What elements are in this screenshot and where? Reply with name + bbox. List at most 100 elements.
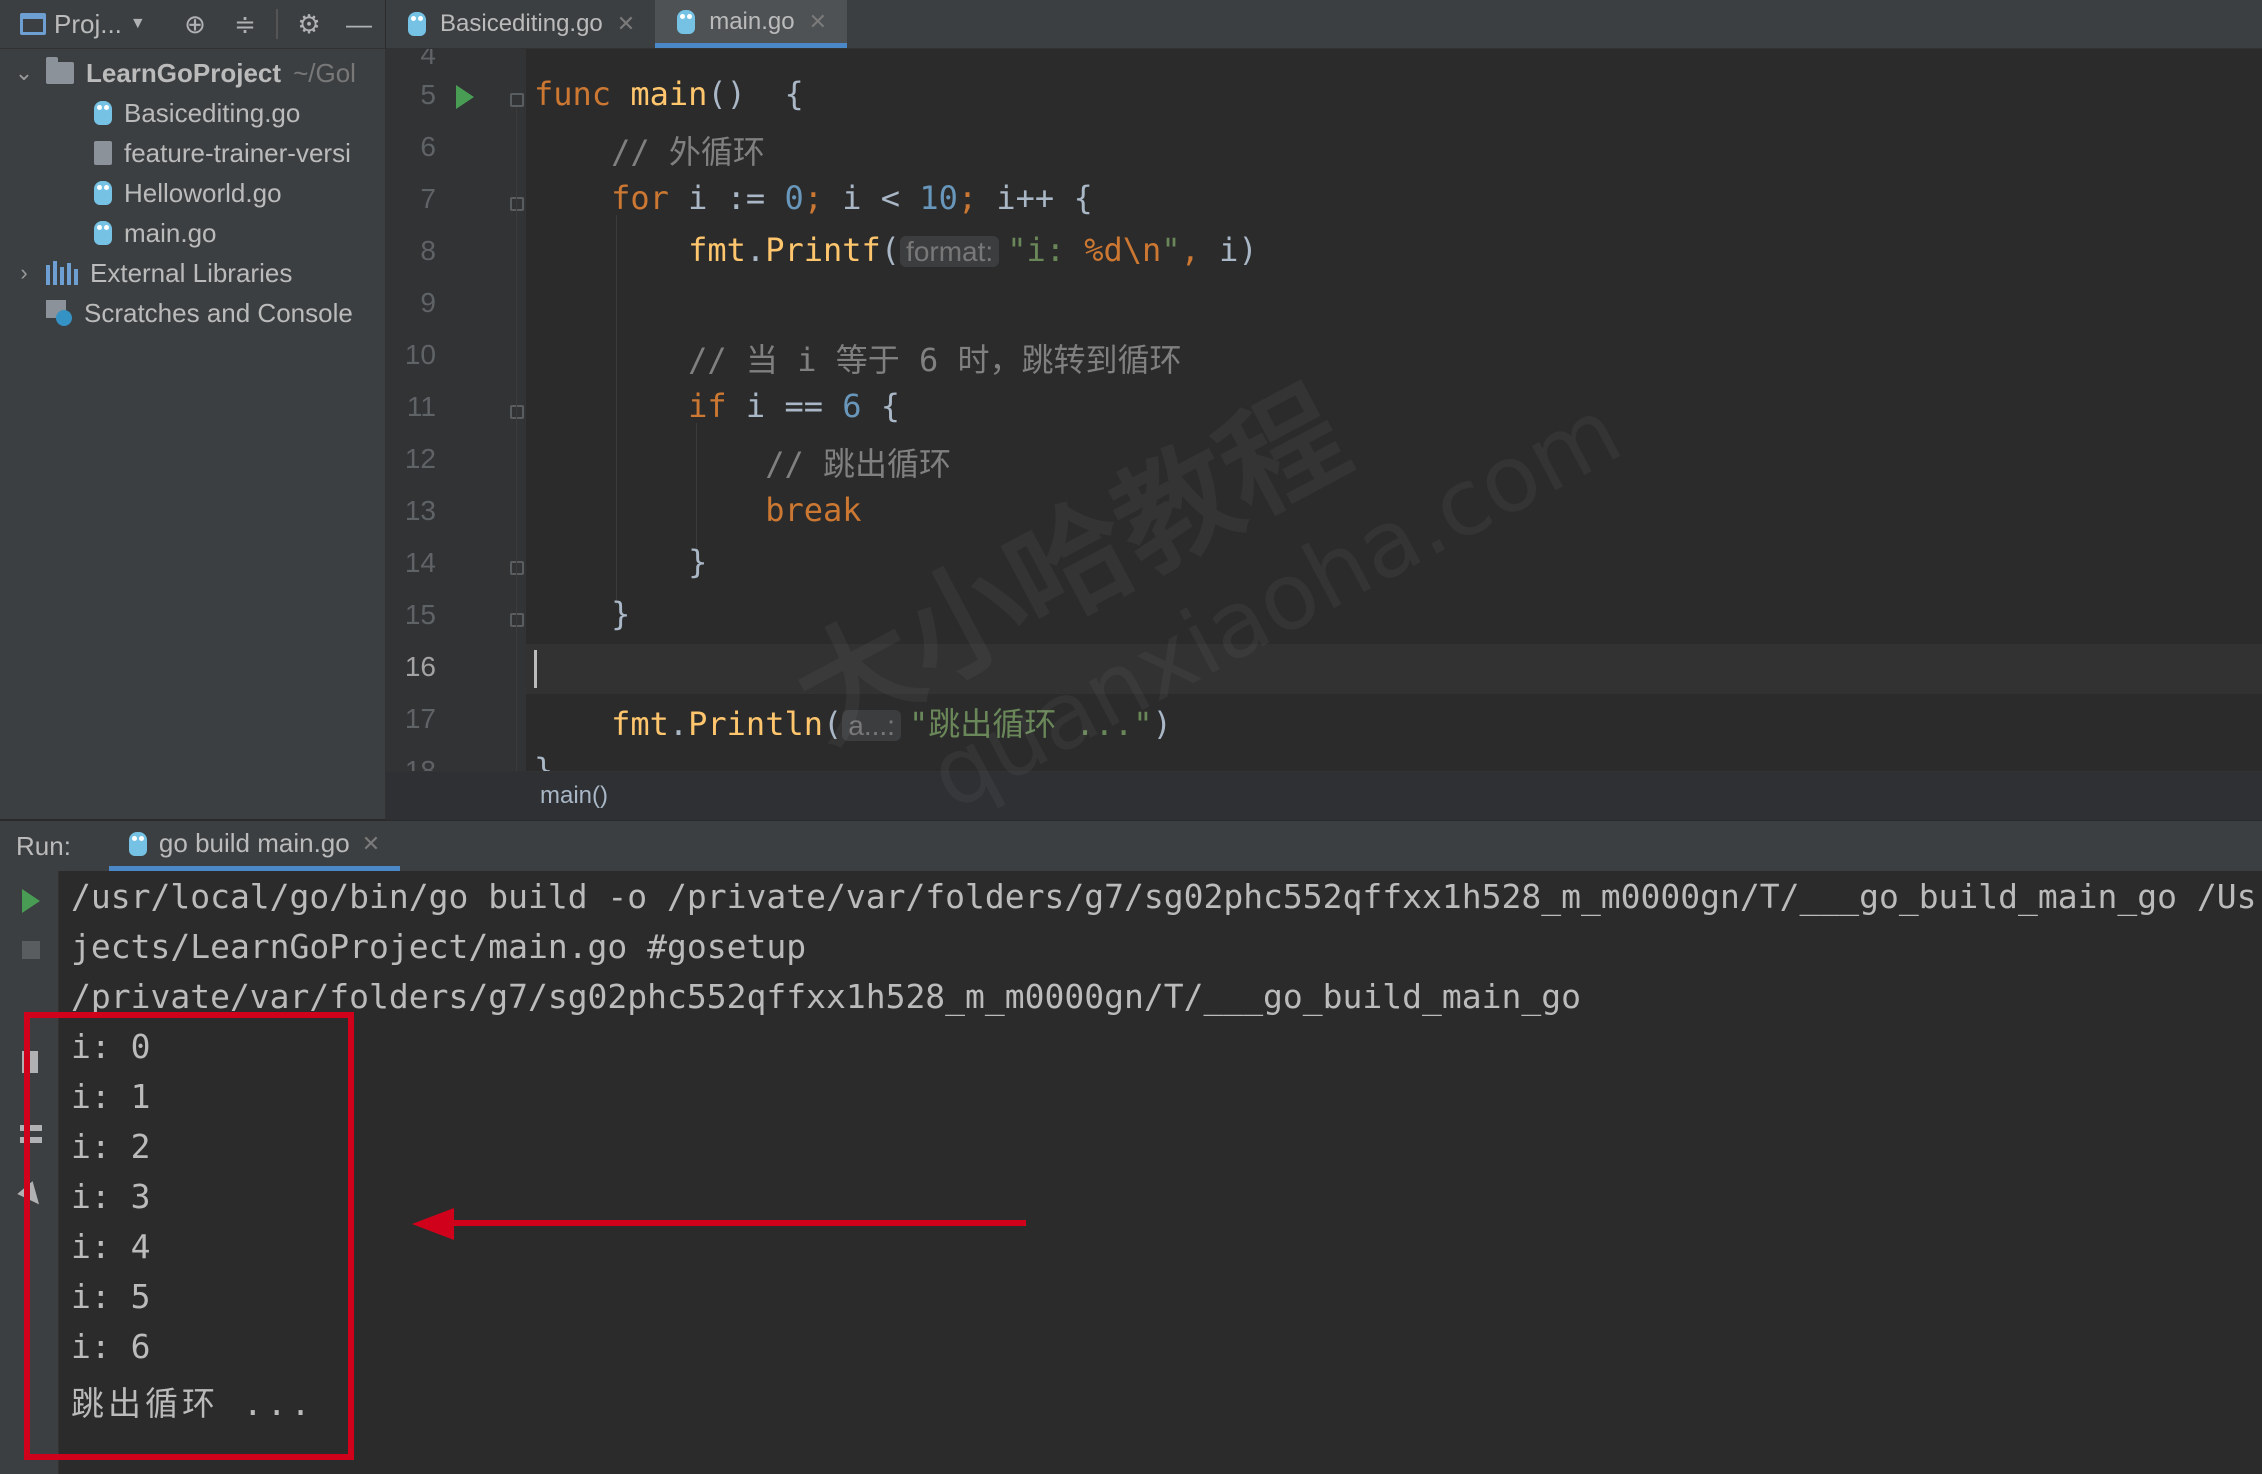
line-number: 8 (420, 235, 436, 266)
code-line-12: // 跳出循环 (534, 439, 951, 485)
chevron-right-icon[interactable]: › (14, 260, 34, 286)
go-run-icon (128, 831, 147, 856)
line-number: 9 (420, 287, 436, 318)
code-comment: // 跳出循环 (765, 445, 951, 483)
tree-item-feature-trainer[interactable]: feature-trainer-versi (94, 133, 351, 173)
line-number: 12 (404, 443, 436, 474)
console-line: /usr/local/go/bin/go build -o /private/v… (71, 877, 2257, 916)
close-icon[interactable]: ✕ (362, 831, 380, 857)
go-file-icon (677, 9, 696, 34)
tab-label: main.go (709, 7, 795, 35)
tree-item-scratches[interactable]: Scratches and Console (46, 293, 353, 333)
line-number: 4 (420, 49, 436, 70)
parameter-hint: format: (900, 236, 1000, 267)
project-root-name: LearnGoProject (86, 57, 282, 88)
fold-marker-icon[interactable] (510, 561, 524, 575)
run-gutter-icon[interactable] (456, 85, 474, 109)
line-number-current: 16 (404, 651, 436, 682)
run-tab-label: go build main.go (158, 828, 350, 858)
run-label: Run: (16, 830, 71, 861)
tab-main-go[interactable]: main.go ✕ (655, 0, 848, 48)
scratches-icon (46, 300, 72, 326)
file-icon (94, 141, 112, 165)
tree-item-learngoproject[interactable]: ⌄ LearnGoProject ~/Gol (14, 53, 356, 93)
fold-marker-icon[interactable] (510, 93, 524, 107)
go-file-icon (94, 101, 112, 125)
console-line: jects/LearnGoProject/main.go #gosetup (71, 927, 807, 966)
tree-item-label: External Libraries (90, 257, 293, 288)
tree-item-label: Scratches and Console (84, 297, 353, 328)
minimize-icon[interactable]: — (334, 0, 384, 48)
stop-icon[interactable] (22, 941, 40, 959)
parameter-hint: a...: (842, 710, 901, 741)
go-file-icon (408, 12, 426, 36)
tree-item-main-go[interactable]: main.go (94, 213, 217, 253)
code-line-7: for i := 0; i < 10; i++ { (611, 179, 1093, 217)
gear-icon[interactable]: ⚙ (284, 0, 334, 48)
fold-marker-icon[interactable] (510, 613, 524, 627)
tab-basicediting[interactable]: Basicediting.go ✕ (386, 0, 655, 48)
project-root-path: ~/Gol (293, 57, 356, 88)
project-toolbar: Proj... ▼ ⊕ ≑ ⚙ — (0, 0, 385, 49)
code-line-13: break (765, 491, 862, 529)
code-line-14: } (534, 543, 708, 581)
line-number: 17 (404, 703, 436, 734)
tab-label: Basicediting.go (440, 10, 603, 37)
fold-marker-icon[interactable] (510, 405, 524, 419)
line-number: 13 (404, 495, 436, 526)
chevron-down-icon: ▼ (129, 15, 146, 32)
collapse-all-icon[interactable]: ≑ (220, 0, 270, 48)
breadcrumb[interactable]: main() (386, 771, 2262, 820)
code-line-10: // 当 i 等于 6 时，跳转到循环 (534, 335, 1182, 381)
editor-tabs: Basicediting.go ✕ main.go ✕ (386, 0, 2262, 49)
project-tree: ⌄ LearnGoProject ~/Gol Basicediting.go f… (0, 49, 386, 819)
line-number: 6 (420, 131, 436, 162)
code-string: "跳出循环 ..." (908, 705, 1153, 743)
code-line-18: } (534, 751, 554, 771)
line-number: 18 (404, 755, 436, 771)
line-number: 11 (406, 391, 436, 422)
annotation-arrow-line (450, 1220, 1026, 1226)
close-icon[interactable]: ✕ (617, 11, 635, 37)
toolbar-divider (276, 9, 278, 39)
code-line-15: } (534, 595, 631, 633)
project-view-switch[interactable]: Proj... ▼ (0, 0, 170, 48)
line-number: 15 (404, 599, 436, 630)
annotation-arrow-head (412, 1208, 454, 1240)
tree-item-basicediting[interactable]: Basicediting.go (94, 93, 300, 133)
breadcrumb-item[interactable]: main() (540, 782, 608, 810)
rerun-icon[interactable] (22, 889, 40, 913)
code-line-6: // 外循环 (534, 127, 765, 173)
library-icon (46, 261, 78, 285)
run-console[interactable]: /usr/local/go/bin/go build -o /private/v… (59, 871, 2262, 1474)
line-number: 5 (420, 79, 436, 110)
tree-item-helloworld[interactable]: Helloworld.go (94, 173, 282, 213)
tree-item-label: feature-trainer-versi (124, 137, 351, 168)
code-editor[interactable]: 4 5 6 7 8 9 10 11 12 13 14 15 16 17 18 f… (386, 49, 2262, 771)
code-line-8: fmt.Printf(format: "i: %d\n", i) (688, 231, 1258, 269)
code-comment: // 当 i 等于 6 时，跳转到循环 (688, 341, 1182, 379)
go-file-icon (94, 221, 112, 245)
run-tab-go-build[interactable]: go build main.go ✕ (108, 821, 401, 871)
code-line-11: if i == 6 { (688, 387, 901, 425)
chevron-down-icon[interactable]: ⌄ (14, 60, 34, 86)
text-caret (534, 650, 537, 688)
tree-item-label: main.go (124, 217, 217, 248)
tree-item-external-libraries[interactable]: › External Libraries (14, 253, 292, 293)
current-line-highlight (526, 644, 2262, 694)
code-line-5: func main() { (534, 75, 804, 113)
folder-icon (46, 57, 74, 84)
tree-item-label: Helloworld.go (124, 177, 282, 208)
go-file-icon (94, 181, 112, 205)
fold-marker-icon[interactable] (510, 197, 524, 211)
code-line-17: fmt.Println(a...: "跳出循环 ...") (611, 705, 1172, 743)
editor-gutter: 4 5 6 7 8 9 10 11 12 13 14 15 16 17 18 (386, 49, 526, 771)
run-tool-header: Run: go build main.go ✕ (0, 820, 2262, 871)
line-number: 14 (404, 547, 436, 578)
console-line: /private/var/folders/g7/sg02phc552qffxx1… (71, 977, 1581, 1016)
code-comment: // 外循环 (611, 133, 765, 171)
annotation-highlight-box (24, 1012, 354, 1460)
close-icon[interactable]: ✕ (809, 9, 827, 35)
locate-icon[interactable]: ⊕ (170, 0, 220, 48)
tree-item-label: Basicediting.go (124, 97, 301, 128)
